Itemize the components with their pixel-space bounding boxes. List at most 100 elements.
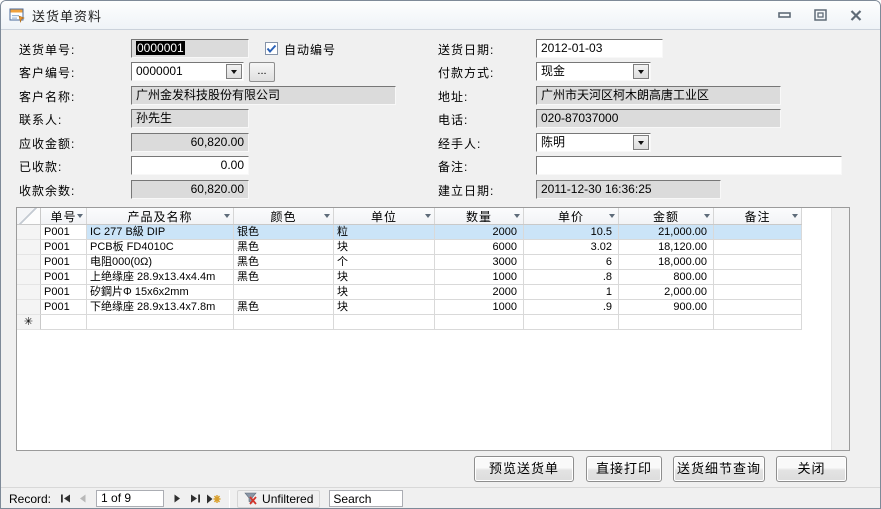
maximize-icon[interactable] (810, 7, 830, 23)
delivery-details-button[interactable]: 送货细节查询 (673, 456, 765, 482)
record-navigation-bar: Record: 1 of 9 Unfiltered (1, 487, 880, 509)
column-header[interactable]: 金额 (619, 208, 714, 224)
filter-toggle[interactable]: Unfiltered (237, 490, 320, 508)
chevron-down-icon[interactable] (704, 214, 710, 218)
contact-field[interactable]: 孙先生 (131, 109, 249, 128)
record-position-box[interactable]: 1 of 9 (96, 490, 164, 507)
row-selector[interactable] (17, 285, 41, 300)
received-field[interactable]: 0.00 (131, 156, 249, 175)
column-header[interactable]: 单号 (41, 208, 87, 224)
customer-name-label: 客户名称: (19, 88, 75, 105)
delivery-no-field[interactable]: 0000001 (131, 39, 249, 58)
record-label: Record: (9, 492, 51, 506)
receivable-label: 应收金额: (19, 135, 75, 152)
titlebar[interactable]: 送货单资料 (1, 1, 880, 30)
filter-label: Unfiltered (262, 492, 313, 506)
auto-number-checkbox[interactable] (265, 42, 278, 55)
chevron-down-icon[interactable] (792, 214, 798, 218)
handler-label: 经手人: (438, 135, 481, 152)
receivable-field[interactable]: 60,820.00 (131, 133, 249, 152)
minimize-icon[interactable] (774, 7, 794, 23)
phone-label: 电话: (438, 111, 468, 128)
table-row[interactable]: P001 PCB板 FD4010C 黑色 块 6000 3.02 18,120.… (17, 240, 802, 255)
chevron-down-icon[interactable] (425, 214, 431, 218)
table-row[interactable]: P001 下绝缘座 28.9x13.4x7.8m 黑色 块 1000 .9 90… (17, 300, 802, 315)
chevron-down-icon[interactable] (224, 214, 230, 218)
select-all-corner[interactable] (17, 208, 41, 224)
row-selector[interactable] (17, 270, 41, 285)
previous-record-icon[interactable] (75, 491, 91, 507)
balance-field[interactable]: 60,820.00 (131, 180, 249, 199)
navbar-divider (229, 490, 230, 508)
form-window-icon (9, 7, 25, 23)
customer-no-label: 客户编号: (19, 64, 75, 81)
chevron-down-icon[interactable] (514, 214, 520, 218)
table-row[interactable]: P001 矽鋼片Φ 15x6x2mm 块 2000 1 2,000.00 (17, 285, 802, 300)
column-header[interactable]: 数量 (435, 208, 524, 224)
column-header[interactable]: 产品及名称 (87, 208, 234, 224)
payment-value: 现金 (541, 64, 565, 78)
chevron-down-icon[interactable] (226, 64, 242, 79)
window-title: 送货单资料 (32, 6, 102, 25)
column-header[interactable]: 颜色 (234, 208, 334, 224)
column-header[interactable]: 单位 (334, 208, 435, 224)
last-record-icon[interactable] (187, 491, 203, 507)
customer-lookup-button[interactable]: ... (249, 62, 275, 82)
phone-field[interactable]: 020-87037000 (536, 109, 781, 128)
remark-field[interactable] (536, 156, 842, 175)
customer-no-combobox[interactable]: 0000001 (131, 62, 244, 81)
datasheet-body: P001 IC 277 B級 DIP 银色 粒 2000 10.5 21,000… (17, 225, 802, 315)
new-record-icon[interactable] (205, 491, 221, 507)
datasheet-grid: 单号 产品及名称 颜色 单位 数量 单价 金额 备注 P001 IC 277 B… (17, 208, 802, 330)
row-selector[interactable] (17, 300, 41, 315)
preview-delivery-note-button[interactable]: 预览送货单 (474, 456, 574, 482)
next-record-icon[interactable] (169, 491, 185, 507)
column-header[interactable]: 备注 (714, 208, 802, 224)
items-datasheet: 单号 产品及名称 颜色 单位 数量 单价 金额 备注 P001 IC 277 B… (16, 207, 850, 451)
payment-combobox[interactable]: 现金 (536, 62, 651, 81)
row-selector[interactable] (17, 255, 41, 270)
search-input[interactable] (329, 490, 403, 507)
remark-label: 备注: (438, 158, 468, 175)
chevron-down-icon[interactable] (633, 64, 649, 79)
table-row[interactable]: P001 上绝缘座 28.9x13.4x4.4m 黑色 块 1000 .8 80… (17, 270, 802, 285)
chevron-down-icon[interactable] (609, 214, 615, 218)
received-label: 已收款: (19, 158, 62, 175)
first-record-icon[interactable] (57, 491, 73, 507)
table-row[interactable]: P001 IC 277 B級 DIP 银色 粒 2000 10.5 21,000… (17, 225, 802, 240)
new-record-row[interactable]: ✳ (17, 315, 802, 330)
customer-no-value: 0000001 (136, 64, 183, 78)
address-field[interactable]: 广州市天河区柯木朗高唐工业区 (536, 86, 781, 105)
customer-name-field[interactable]: 广州金发科技股份有限公司 (131, 86, 396, 105)
delivery-date-field[interactable]: 2012-01-03 (536, 39, 663, 58)
row-selector[interactable] (17, 225, 41, 240)
delivery-note-window: 送货单资料 送货单号: 客户编号: 客户名称: 联系人: 应收金额: 已收款: … (0, 0, 881, 509)
created-date-label: 建立日期: (438, 182, 494, 199)
delivery-date-label: 送货日期: (438, 41, 494, 58)
filter-unfiltered-icon (244, 492, 257, 505)
chevron-down-icon[interactable] (633, 135, 649, 150)
payment-label: 付款方式: (438, 64, 494, 81)
row-selector[interactable] (17, 240, 41, 255)
address-label: 地址: (438, 88, 468, 105)
created-date-field[interactable]: 2011-12-30 16:36:25 (536, 180, 721, 199)
new-record-marker[interactable]: ✳ (17, 315, 41, 330)
handler-combobox[interactable]: 陈明 (536, 133, 651, 152)
chevron-down-icon[interactable] (77, 214, 83, 218)
delivery-no-label: 送货单号: (19, 41, 75, 58)
datasheet-header: 单号 产品及名称 颜色 单位 数量 单价 金额 备注 (17, 208, 802, 225)
check-icon (266, 44, 277, 54)
handler-value: 陈明 (541, 135, 565, 149)
direct-print-button[interactable]: 直接打印 (586, 456, 662, 482)
column-header[interactable]: 单价 (524, 208, 619, 224)
contact-label: 联系人: (19, 111, 62, 128)
selected-text: 0000001 (136, 41, 185, 55)
close-icon[interactable] (846, 7, 866, 23)
close-button[interactable]: 关闭 (776, 456, 847, 482)
balance-label: 收款余数: (19, 182, 75, 199)
chevron-down-icon[interactable] (324, 214, 330, 218)
table-row[interactable]: P001 电阻000(0Ω) 黑色 个 3000 6 18,000.00 (17, 255, 802, 270)
window-controls (774, 7, 872, 23)
datasheet-scrollbar[interactable] (831, 208, 849, 450)
auto-number-label: 自动编号 (284, 41, 336, 58)
